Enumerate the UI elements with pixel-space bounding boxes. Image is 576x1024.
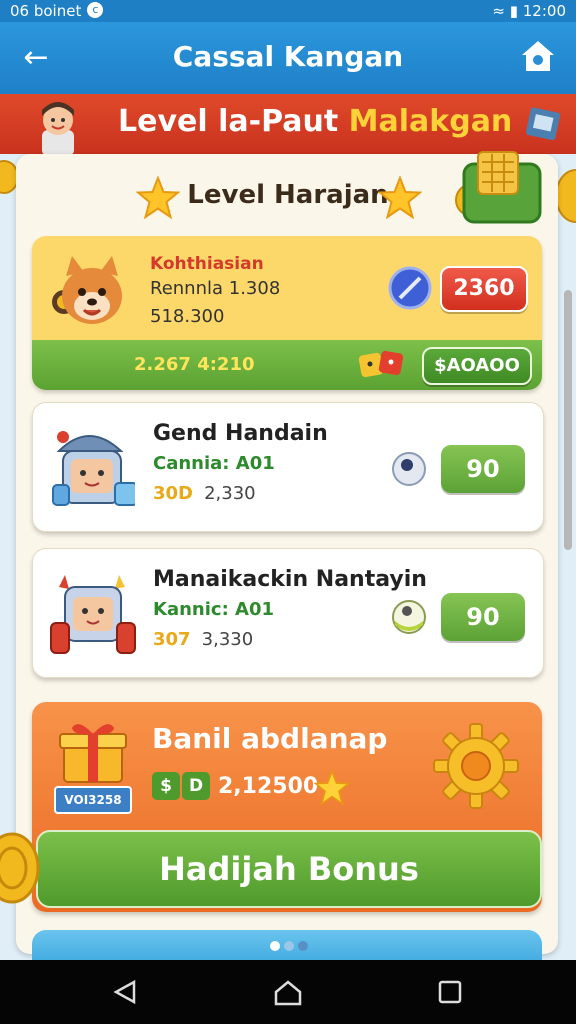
card-name: Gend Handain — [153, 421, 328, 446]
robot-avatar-icon — [50, 575, 136, 654]
bonus-chip-1: $ — [152, 772, 180, 800]
footer-buy-button[interactable]: $AOAOO — [422, 347, 532, 385]
coin-icon — [0, 832, 40, 904]
card-footer: 2.267 4:210 $AOAOO — [32, 340, 542, 390]
bonus-button[interactable]: Hadijah Bonus — [36, 830, 542, 908]
card-amount: 3,330 — [201, 629, 254, 650]
robot-avatar-icon — [52, 431, 135, 506]
card-name: Kohthiasian — [150, 254, 264, 274]
page-indicator — [270, 936, 312, 955]
level-card-3[interactable]: Manaikackin Nantayin Kannic: A01 307 3,3… — [32, 548, 544, 678]
gear-icon — [433, 723, 519, 809]
home-icon[interactable] — [520, 38, 556, 74]
status-left: 06 boinet c — [10, 2, 104, 20]
gift-label: VOI3258 — [54, 786, 132, 814]
card-badge: 307 — [153, 629, 191, 650]
card-stats: 307 3,330 — [153, 629, 253, 650]
card-play-button[interactable]: 90 — [441, 445, 525, 493]
star-icon — [378, 176, 422, 220]
banner-title: Level la-Paut Malakgan — [118, 104, 513, 139]
card-icon — [525, 107, 561, 141]
card-amount: 2,330 — [204, 483, 256, 504]
treasure-chest-icon — [455, 151, 542, 224]
level-card-1[interactable]: Kohthiasian Rennnla 1.308 518.300 2360 2… — [32, 236, 542, 390]
nav-back-icon[interactable] — [110, 976, 142, 1008]
system-nav-bar — [0, 960, 576, 1024]
status-time: 12:00 — [522, 2, 566, 20]
card-stats: 30D 2,330 — [153, 483, 256, 504]
status-right: ≈ ▮ 12:00 — [492, 2, 566, 20]
bonus-amount: 2,12500 — [218, 774, 319, 799]
scrollbar[interactable] — [564, 290, 572, 550]
dice-icon — [358, 350, 404, 378]
level-card-2[interactable]: Gend Handain Cannia: A01 30D 2,330 90 — [32, 402, 544, 532]
notification-icon: c — [87, 2, 104, 18]
mascot-avatar — [42, 102, 74, 156]
page-title: Cassal Kangan — [172, 40, 404, 73]
card-play-button[interactable]: 90 — [441, 593, 525, 641]
bonus-card: VOI3258 Banil abdlanap $ D 2,12500 Hadij… — [32, 702, 542, 912]
nav-home-icon[interactable] — [272, 976, 304, 1008]
star-icon — [314, 770, 350, 806]
bonus-chip-2: D — [182, 772, 210, 800]
nav-recents-icon[interactable] — [434, 976, 466, 1008]
bonus-title: Banil abdlanap — [152, 722, 388, 755]
card-price-button[interactable]: 2360 — [440, 266, 528, 312]
card-line2: Rennnla 1.308 — [150, 278, 281, 299]
footer-values: 2.267 4:210 — [134, 354, 255, 375]
orb-icon — [392, 600, 426, 634]
card-line2: Kannic: A01 — [153, 599, 275, 620]
status-bar: 06 boinet c ≈ ▮ 12:00 — [0, 0, 576, 22]
dog-avatar-icon — [52, 256, 122, 324]
card-line2: Cannia: A01 — [153, 453, 275, 474]
app-bar: ← Cassal Kangan — [0, 22, 576, 94]
gift-icon — [59, 724, 127, 783]
gem-icon — [388, 266, 432, 310]
card-line3: 518.300 — [150, 306, 225, 327]
orb-icon — [392, 452, 426, 486]
wifi-icon: ≈ — [492, 2, 505, 20]
card-badge: 30D — [153, 483, 193, 504]
card-name: Manaikackin Nantayin — [153, 567, 427, 592]
signal-icon: ▮ — [509, 2, 518, 20]
